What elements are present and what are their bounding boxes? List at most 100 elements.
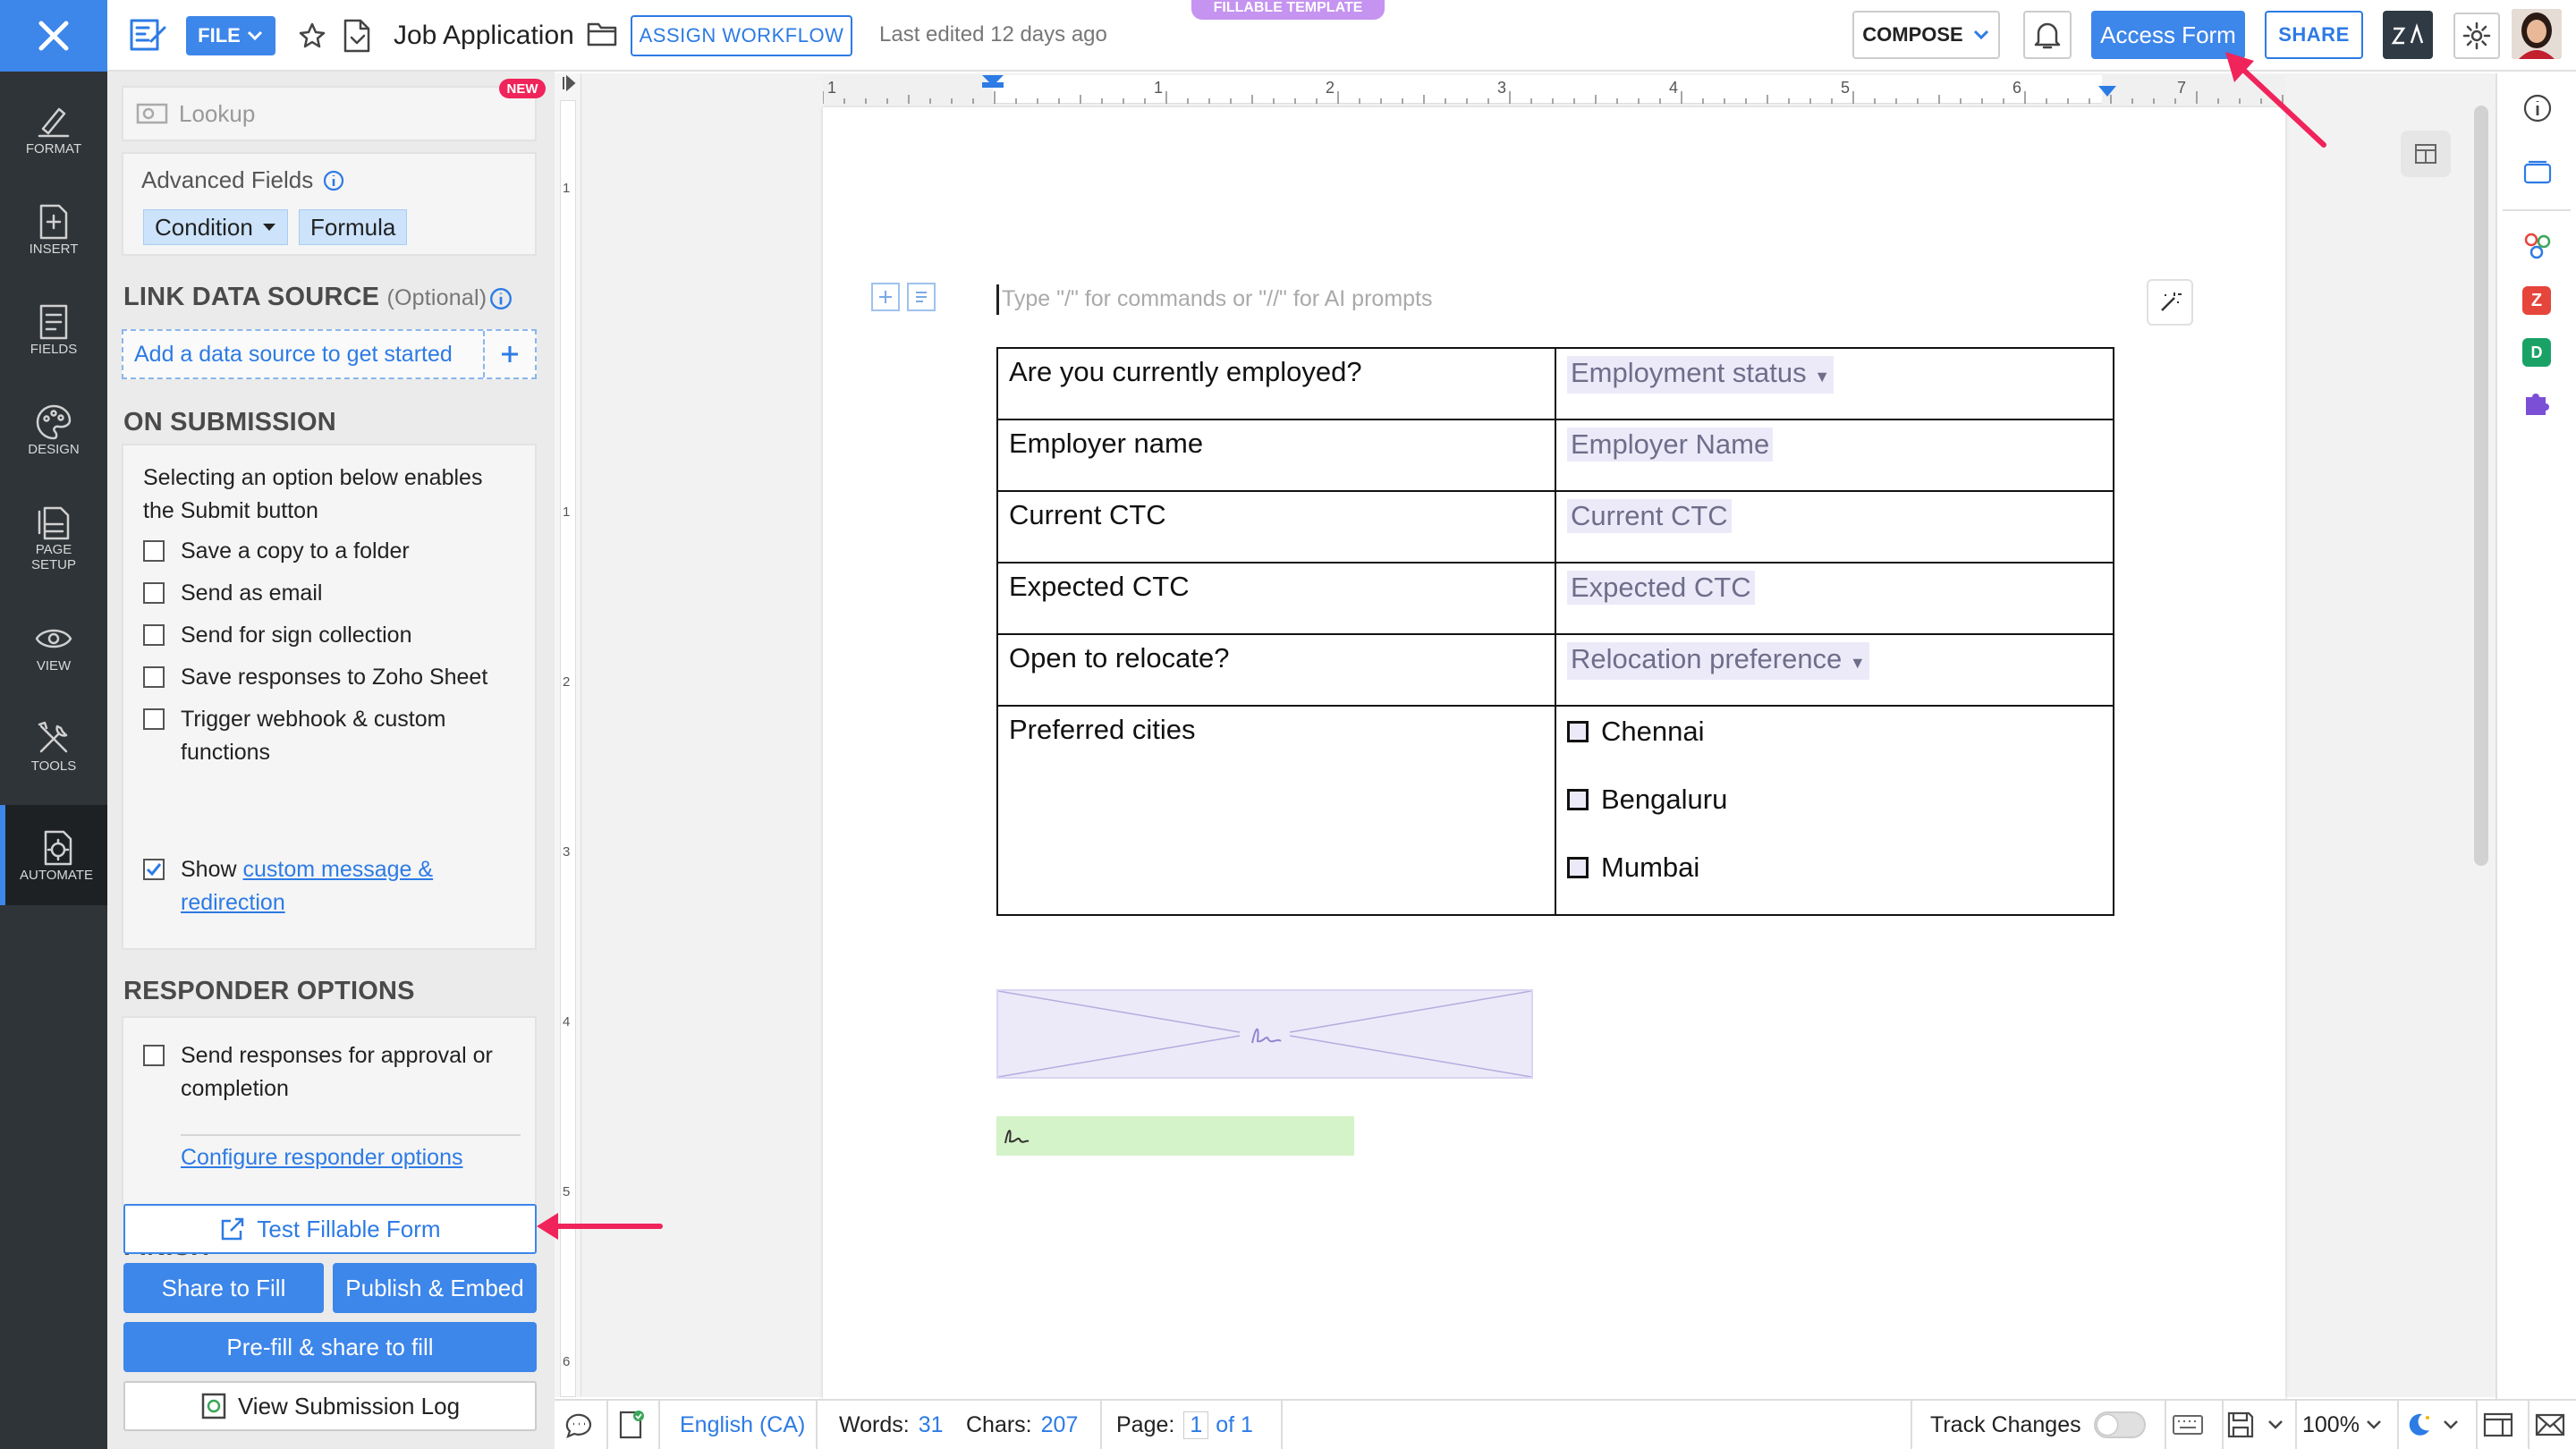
answer-cell[interactable]: Expected CTC: [1555, 562, 2114, 635]
condition-button[interactable]: Condition: [143, 209, 288, 245]
share-to-fill-button[interactable]: Share to Fill: [123, 1263, 324, 1313]
answer-cell[interactable]: Employer Name: [1555, 419, 2114, 492]
lookup-field-button[interactable]: Lookup: [122, 86, 537, 141]
add-data-source-box[interactable]: Add a data source to get started: [122, 329, 537, 379]
option-webhook[interactable]: Trigger webhook & custom functions: [143, 703, 519, 769]
layout-toggle-button[interactable]: [2401, 131, 2451, 177]
save-dropdown[interactable]: [2225, 1401, 2284, 1449]
city-checkbox-chennai[interactable]: Chennai: [1567, 716, 2102, 748]
option-save-copy[interactable]: Save a copy to a folder: [143, 535, 410, 568]
puzzle-extension-icon[interactable]: [2521, 386, 2553, 419]
current-ctc-field[interactable]: Current CTC: [1567, 499, 1732, 533]
checkbox[interactable]: [1567, 857, 1589, 878]
page-number-input[interactable]: 1: [1183, 1411, 1209, 1439]
view-mode-button[interactable]: [2483, 1401, 2513, 1449]
answer-cell[interactable]: Current CTC: [1555, 490, 2114, 564]
comment-button[interactable]: [564, 1401, 594, 1449]
city-checkbox-bengaluru[interactable]: Bengaluru: [1567, 784, 2102, 816]
document-title[interactable]: Job Application: [394, 18, 574, 54]
avatar[interactable]: [2512, 9, 2562, 59]
block-menu-button[interactable]: [907, 283, 936, 311]
assign-workflow-button[interactable]: ASSIGN WORKFLOW: [631, 15, 852, 56]
checkbox[interactable]: [1567, 721, 1589, 742]
feedback-button[interactable]: [2535, 1401, 2565, 1449]
view-submission-log-button[interactable]: View Submission Log: [123, 1381, 537, 1431]
track-changes-toggle[interactable]: Track Changes: [1930, 1401, 2146, 1449]
page-total: of 1: [1216, 1411, 1253, 1437]
rail-page-setup[interactable]: PAGE SETUP: [0, 479, 107, 596]
answer-cell[interactable]: Relocation preference ▼: [1555, 633, 2114, 707]
comments-panel-icon[interactable]: [2522, 159, 2553, 186]
info-icon[interactable]: [2522, 93, 2553, 123]
add-data-source-link[interactable]: Add a data source to get started: [123, 342, 483, 368]
checkbox[interactable]: [143, 582, 165, 604]
checkbox[interactable]: [143, 708, 165, 730]
document-info-icon[interactable]: [342, 18, 372, 54]
rail-automate[interactable]: AUTOMATE: [0, 805, 107, 905]
star-icon[interactable]: [298, 21, 326, 50]
spellcheck-button[interactable]: [615, 1401, 646, 1449]
notifications-button[interactable]: [2023, 11, 2072, 59]
prefill-share-button[interactable]: Pre-fill & share to fill: [123, 1322, 537, 1372]
zoom-selector[interactable]: 100%: [2302, 1401, 2383, 1449]
ai-magic-button[interactable]: [2147, 279, 2193, 326]
option-sign-collection[interactable]: Send for sign collection: [143, 619, 411, 652]
rail-design[interactable]: DESIGN: [0, 379, 107, 479]
option-approval[interactable]: Send responses for approval or completio…: [143, 1039, 519, 1106]
toggle-switch[interactable]: [2093, 1411, 2146, 1438]
formula-button[interactable]: Formula: [299, 209, 408, 245]
settings-button[interactable]: [2453, 13, 2500, 59]
zoho-z-icon[interactable]: Z: [2522, 286, 2551, 315]
keyboard-button[interactable]: [2172, 1401, 2204, 1449]
zia-button[interactable]: [2383, 11, 2433, 59]
answer-cell[interactable]: Chennai Bengaluru Mumbai: [1555, 705, 2114, 916]
zoho-d-icon[interactable]: D: [2522, 338, 2551, 367]
add-block-button[interactable]: [871, 283, 900, 311]
rail-insert[interactable]: INSERT: [0, 179, 107, 279]
rail-tools[interactable]: TOOLS: [0, 696, 107, 796]
folder-icon[interactable]: [586, 20, 618, 48]
compose-dropdown[interactable]: COMPOSE: [1852, 11, 2000, 59]
question-cell[interactable]: Open to relocate?: [996, 633, 1556, 707]
vertical-scrollbar[interactable]: [2474, 106, 2488, 866]
employer-name-field[interactable]: Employer Name: [1567, 428, 1774, 462]
question-cell[interactable]: Expected CTC: [996, 562, 1556, 635]
ruler-number: 6: [2012, 79, 2022, 97]
configure-responder-link[interactable]: Configure responder options: [181, 1145, 462, 1171]
rail-format[interactable]: FORMAT: [0, 79, 107, 179]
checkbox[interactable]: [1567, 789, 1589, 810]
relocation-preference-dropdown[interactable]: Relocation preference ▼: [1567, 642, 1869, 680]
question-cell[interactable]: Employer name: [996, 419, 1556, 492]
employment-status-dropdown[interactable]: Employment status ▼: [1567, 356, 1835, 394]
test-fillable-form-button[interactable]: Test Fillable Form: [123, 1204, 537, 1254]
theme-dropdown[interactable]: [2404, 1401, 2460, 1449]
city-checkbox-mumbai[interactable]: Mumbai: [1567, 852, 2102, 884]
checkbox[interactable]: [143, 666, 165, 688]
info-icon[interactable]: [322, 169, 345, 192]
option-zoho-sheet[interactable]: Save responses to Zoho Sheet: [143, 661, 487, 694]
integrations-icon[interactable]: [2522, 231, 2553, 261]
add-data-source-button[interactable]: [483, 331, 535, 377]
file-menu-button[interactable]: FILE: [186, 16, 275, 55]
rail-view[interactable]: VIEW: [0, 596, 107, 696]
question-cell[interactable]: Preferred cities: [996, 705, 1556, 916]
checkbox[interactable]: [143, 540, 165, 562]
question-cell[interactable]: Are you currently employed?: [996, 347, 1556, 420]
checkbox[interactable]: [143, 1045, 165, 1066]
signature-field[interactable]: [996, 989, 1533, 1079]
initials-field[interactable]: [996, 1116, 1354, 1156]
option-send-email[interactable]: Send as email: [143, 577, 322, 610]
checkbox[interactable]: [143, 624, 165, 646]
info-icon[interactable]: [488, 286, 513, 311]
rail-fields[interactable]: FIELDS: [0, 279, 107, 379]
checkbox-checked[interactable]: [143, 859, 165, 880]
expected-ctc-field[interactable]: Expected CTC: [1567, 571, 1755, 605]
command-placeholder[interactable]: Type "/" for commands or "//" for AI pro…: [1002, 286, 1433, 312]
close-button[interactable]: [0, 0, 107, 72]
publish-embed-button[interactable]: Publish & Embed: [333, 1263, 537, 1313]
answer-cell[interactable]: Employment status ▼: [1555, 347, 2114, 420]
language-selector[interactable]: English (CA): [680, 1401, 805, 1449]
option-custom-message[interactable]: Show custom message & redirection: [143, 853, 519, 919]
question-cell[interactable]: Current CTC: [996, 490, 1556, 564]
collapse-panel-icon[interactable]: [562, 75, 576, 91]
